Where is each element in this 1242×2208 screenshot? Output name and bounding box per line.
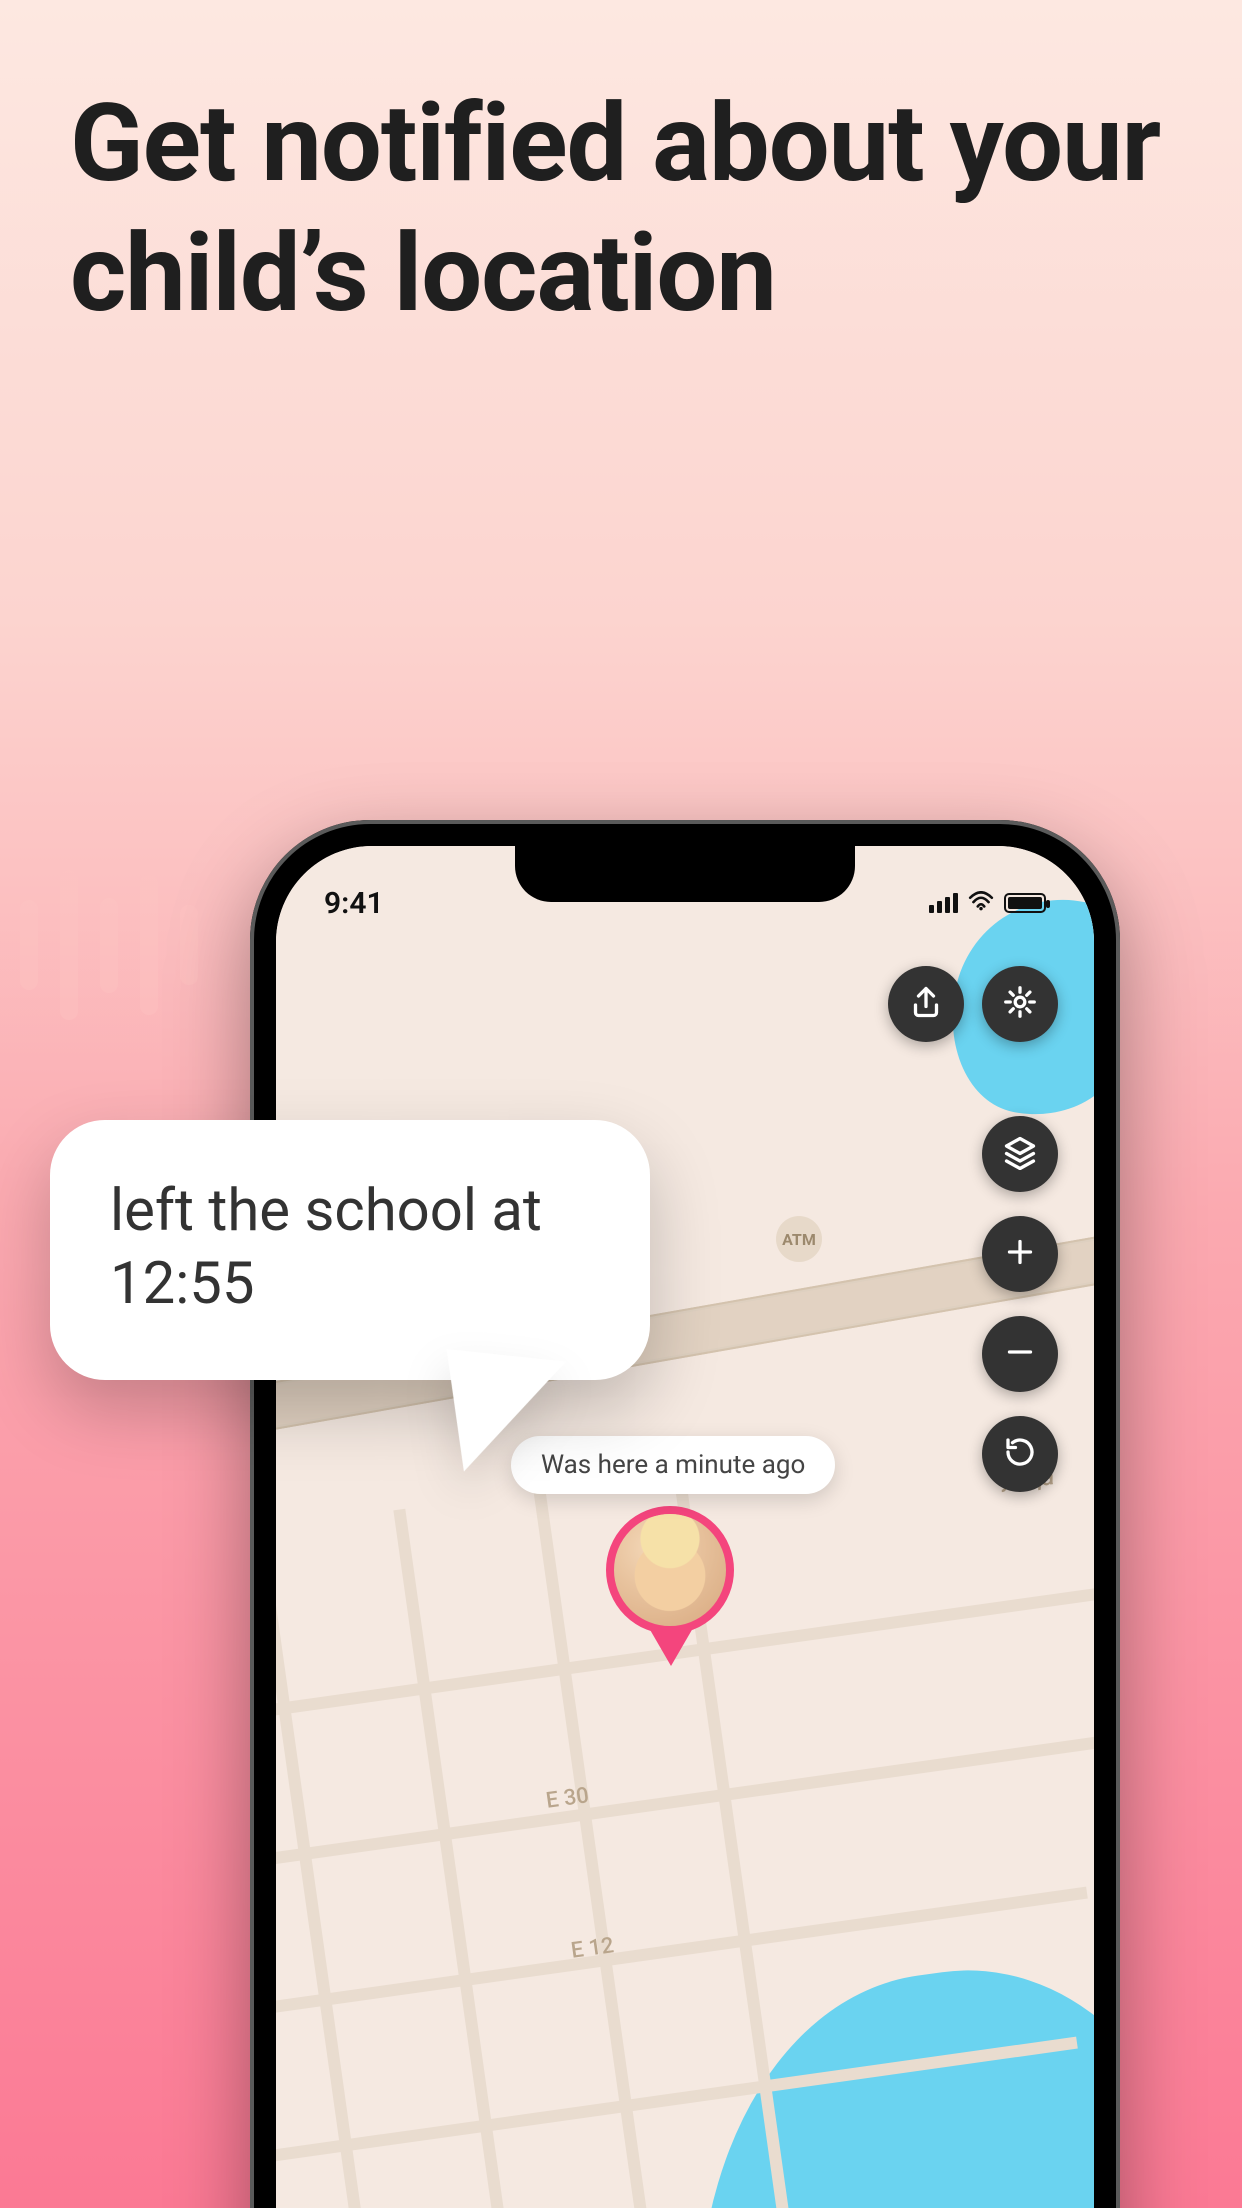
phone-screen: 9:41 [276, 846, 1094, 2208]
cell-signal-icon [929, 893, 958, 913]
zoom-in-button[interactable] [982, 1216, 1058, 1292]
reset-button[interactable] [982, 1416, 1058, 1492]
map-view[interactable]: E 30 E 12 лица ATM Was here a minute ago [276, 846, 1094, 2208]
refresh-icon [1002, 1434, 1038, 1474]
minus-icon [1002, 1334, 1038, 1374]
marketing-headline: Get notified about your child’s location [70, 80, 1172, 339]
location-timestamp-pill: Was here a minute ago [511, 1436, 835, 1494]
plus-icon [1002, 1234, 1038, 1274]
status-time: 9:41 [324, 886, 384, 921]
gear-icon [1002, 984, 1038, 1024]
sound-waves-decoration [20, 870, 198, 1020]
poi-atm-icon: ATM [776, 1216, 822, 1262]
child-avatar [606, 1506, 734, 1634]
road [276, 1737, 1094, 1878]
notification-text: left the school at 12:55 [110, 1175, 590, 1320]
settings-button[interactable] [982, 966, 1058, 1042]
share-button[interactable] [888, 966, 964, 1042]
road [276, 1529, 391, 2208]
phone-frame: 9:41 [250, 820, 1120, 2208]
wifi-icon [968, 891, 994, 915]
battery-icon [1004, 893, 1046, 913]
layers-icon [1002, 1134, 1038, 1174]
notification-bubble: left the school at 12:55 [50, 1120, 650, 1380]
share-icon [908, 984, 944, 1024]
app-store-screenshot: Get notified about your child’s location… [0, 0, 1242, 2208]
child-location-pin[interactable] [606, 1506, 736, 1666]
bubble-tail [434, 1349, 566, 1481]
zoom-out-button[interactable] [982, 1316, 1058, 1392]
road [393, 1509, 530, 2208]
layers-button[interactable] [982, 1116, 1058, 1192]
phone-notch [515, 846, 855, 902]
